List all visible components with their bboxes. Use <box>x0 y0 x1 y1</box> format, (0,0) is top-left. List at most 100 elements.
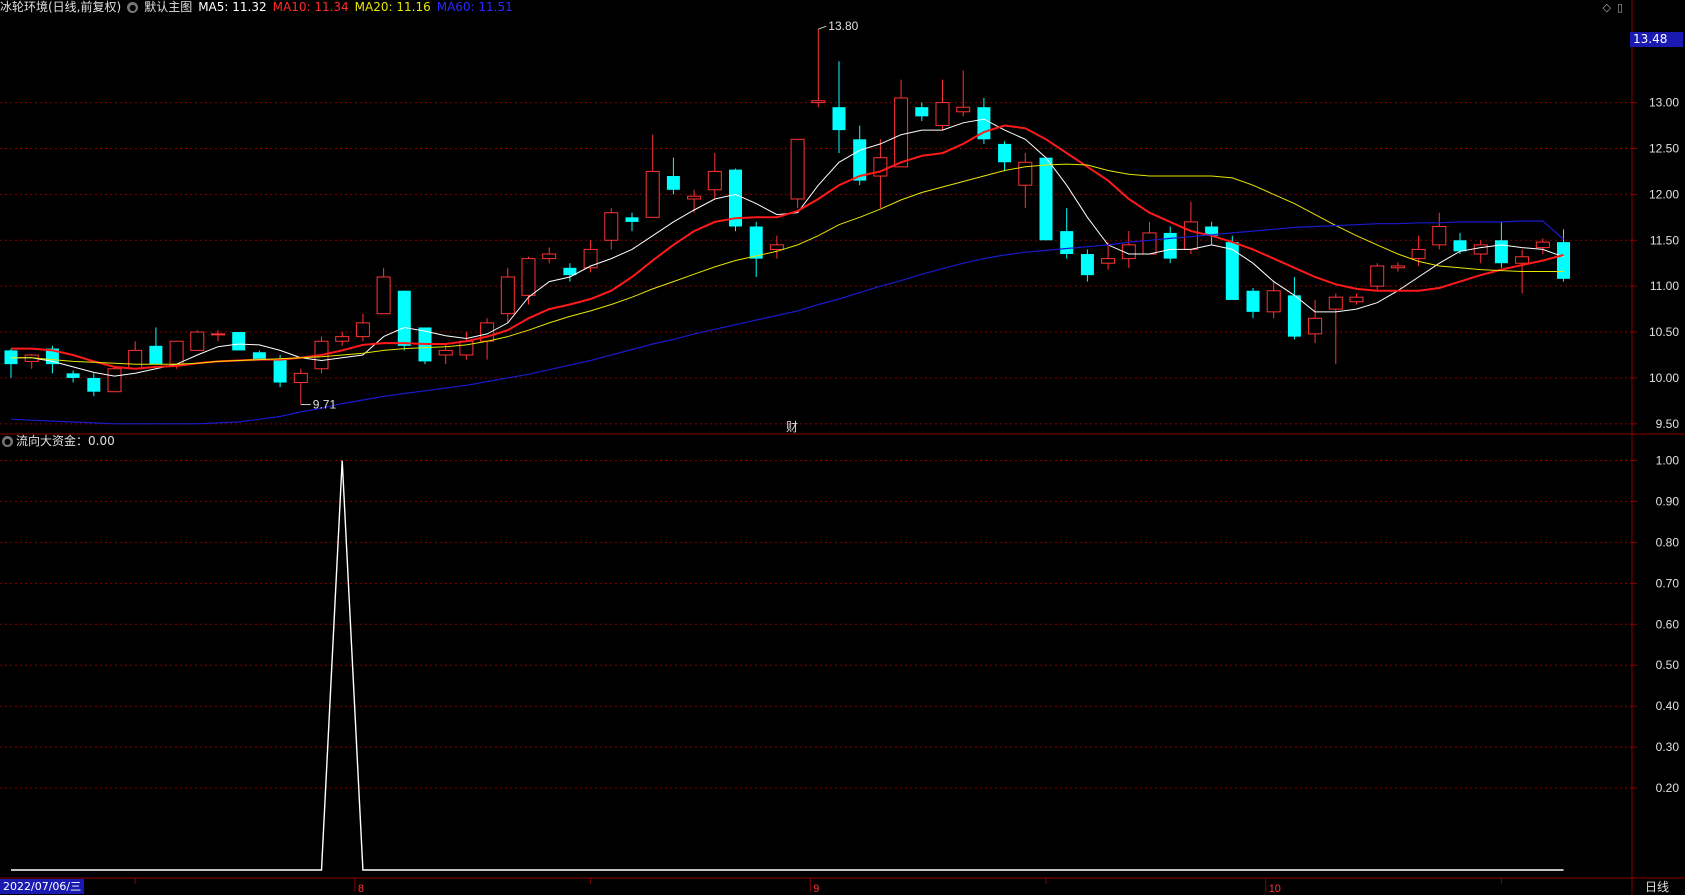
candle-body <box>1039 157 1053 241</box>
main-ytick-label: 11.50 <box>1650 233 1679 247</box>
candle-body <box>1225 242 1239 300</box>
candle-body <box>915 107 929 117</box>
settings-icon[interactable]: ● <box>127 2 139 13</box>
candle-body <box>1557 242 1570 279</box>
candle-body <box>625 217 639 222</box>
ma10-label: MA10: 11.34 <box>272 0 349 14</box>
candle-body <box>1370 265 1385 287</box>
main-ytick-label: 11.00 <box>1650 279 1679 293</box>
candle-body <box>645 170 660 218</box>
candles-group <box>4 29 1570 405</box>
candle-body <box>438 349 453 356</box>
candle-body <box>397 290 411 346</box>
candle-body <box>1349 296 1364 303</box>
candle-body <box>832 107 846 131</box>
candle-body <box>107 368 122 393</box>
ma5-label: MA5: 11.32 <box>198 0 267 14</box>
candle-body <box>128 349 143 370</box>
candle-body <box>1163 232 1177 259</box>
candle-body <box>335 336 350 342</box>
candle-body <box>293 372 308 384</box>
candle-body <box>1308 317 1323 335</box>
candle-body <box>190 331 205 351</box>
diamond-icon[interactable]: ◇ <box>1602 1 1616 14</box>
sub-ytick-label: 0.40 <box>1656 699 1680 713</box>
ma60-label: MA60: 11.51 <box>436 0 513 14</box>
stock-chart[interactable]: 13.00 12.50 12.00 11.50 11.00 10.50 10.00 9.50 1… <box>0 0 1685 895</box>
sub-ytick-label: 0.90 <box>1656 494 1680 508</box>
candle-body <box>1142 232 1157 255</box>
candle-body <box>149 345 163 365</box>
sub-ytick-label: 0.50 <box>1656 658 1680 672</box>
candle-body <box>1060 231 1074 255</box>
sub-ytick-label: 0.70 <box>1656 576 1680 590</box>
chart-header: 冰轮环境(日线,前复权) ● 默认主图 MA5: 11.32 MA10: 11.34 MA… <box>0 0 519 16</box>
main-ytick-label: 13.00 <box>1649 96 1679 110</box>
candle-body <box>355 322 370 338</box>
ma20-label: MA20: 11.16 <box>354 0 431 14</box>
candle-body <box>749 226 763 259</box>
candle-body <box>956 106 971 113</box>
main-ytick-label: 12.50 <box>1649 141 1679 155</box>
month-label: 10 <box>1269 883 1281 895</box>
stock-name[interactable]: 冰轮环境(日线,前复权) <box>0 0 121 14</box>
sub-ytick-label: 0.60 <box>1656 617 1680 631</box>
sub-ytick-label: 1.00 <box>1656 453 1680 467</box>
candle-body <box>1453 240 1467 252</box>
candle-body <box>1473 244 1488 255</box>
candle-body <box>998 143 1012 163</box>
sub-settings-icon[interactable]: ● <box>2 436 13 447</box>
candle-body <box>1287 295 1301 337</box>
candle-body <box>894 97 909 168</box>
candle-body <box>1494 240 1508 264</box>
candle-body <box>1432 226 1447 246</box>
candle-body <box>1515 256 1530 264</box>
candle-body <box>583 248 598 269</box>
month-label: 8 <box>358 883 364 895</box>
sub-indicator-header: ● 流向大资金：0.00 <box>2 434 115 448</box>
candle-body <box>1390 265 1405 269</box>
candle-body <box>376 276 391 315</box>
current-price-tag: 13.48 <box>1630 32 1683 47</box>
candle-body <box>1246 290 1260 312</box>
window-icon[interactable]: ▯ <box>1617 1 1629 14</box>
sub-ytick-label: 0.20 <box>1656 781 1680 795</box>
window-controls: ◇▯ <box>1602 1 1629 14</box>
candle-body <box>1080 254 1094 276</box>
month-label: 9 <box>813 883 819 895</box>
candle-body <box>232 332 246 351</box>
candle-body <box>1535 241 1550 249</box>
candle-body <box>169 340 184 365</box>
main-ytick-label: 12.00 <box>1649 187 1679 201</box>
candle-body <box>252 352 266 360</box>
high-annotation: 13.80 <box>828 19 858 33</box>
candle-body <box>87 377 101 392</box>
period-label[interactable]: 日线 <box>1645 880 1669 894</box>
candle-body <box>811 100 826 104</box>
date-label: 2022/07/06/三 <box>0 879 85 894</box>
candle-body <box>687 195 702 200</box>
candle-body <box>542 253 557 260</box>
main-ytick-label: 10.50 <box>1649 325 1679 339</box>
main-ytick-label: 9.50 <box>1656 417 1680 431</box>
candle-body <box>500 276 515 315</box>
candle-body <box>790 138 805 200</box>
sub-indicator-label[interactable]: 流向大资金：0.00 <box>16 434 115 448</box>
candle-body <box>1328 296 1343 310</box>
candle-body <box>273 359 287 383</box>
candle-body <box>1101 258 1116 264</box>
candle-body <box>707 170 722 191</box>
low-annotation: 9.71 <box>313 398 337 412</box>
candle-body <box>1266 290 1281 313</box>
main-ytick-label: 10.00 <box>1649 371 1679 385</box>
main-chart-label[interactable]: 默认主图 <box>144 0 192 14</box>
candle-body <box>459 340 474 356</box>
candle-body <box>769 244 784 250</box>
candle-body <box>604 212 619 241</box>
ma-line-ma60 <box>10 220 1564 425</box>
sub-ytick-label: 0.80 <box>1656 535 1680 549</box>
candle-body <box>1411 248 1426 260</box>
cai-label[interactable]: 财 <box>786 418 798 435</box>
high-marker <box>818 25 827 30</box>
candle-body <box>66 373 80 378</box>
